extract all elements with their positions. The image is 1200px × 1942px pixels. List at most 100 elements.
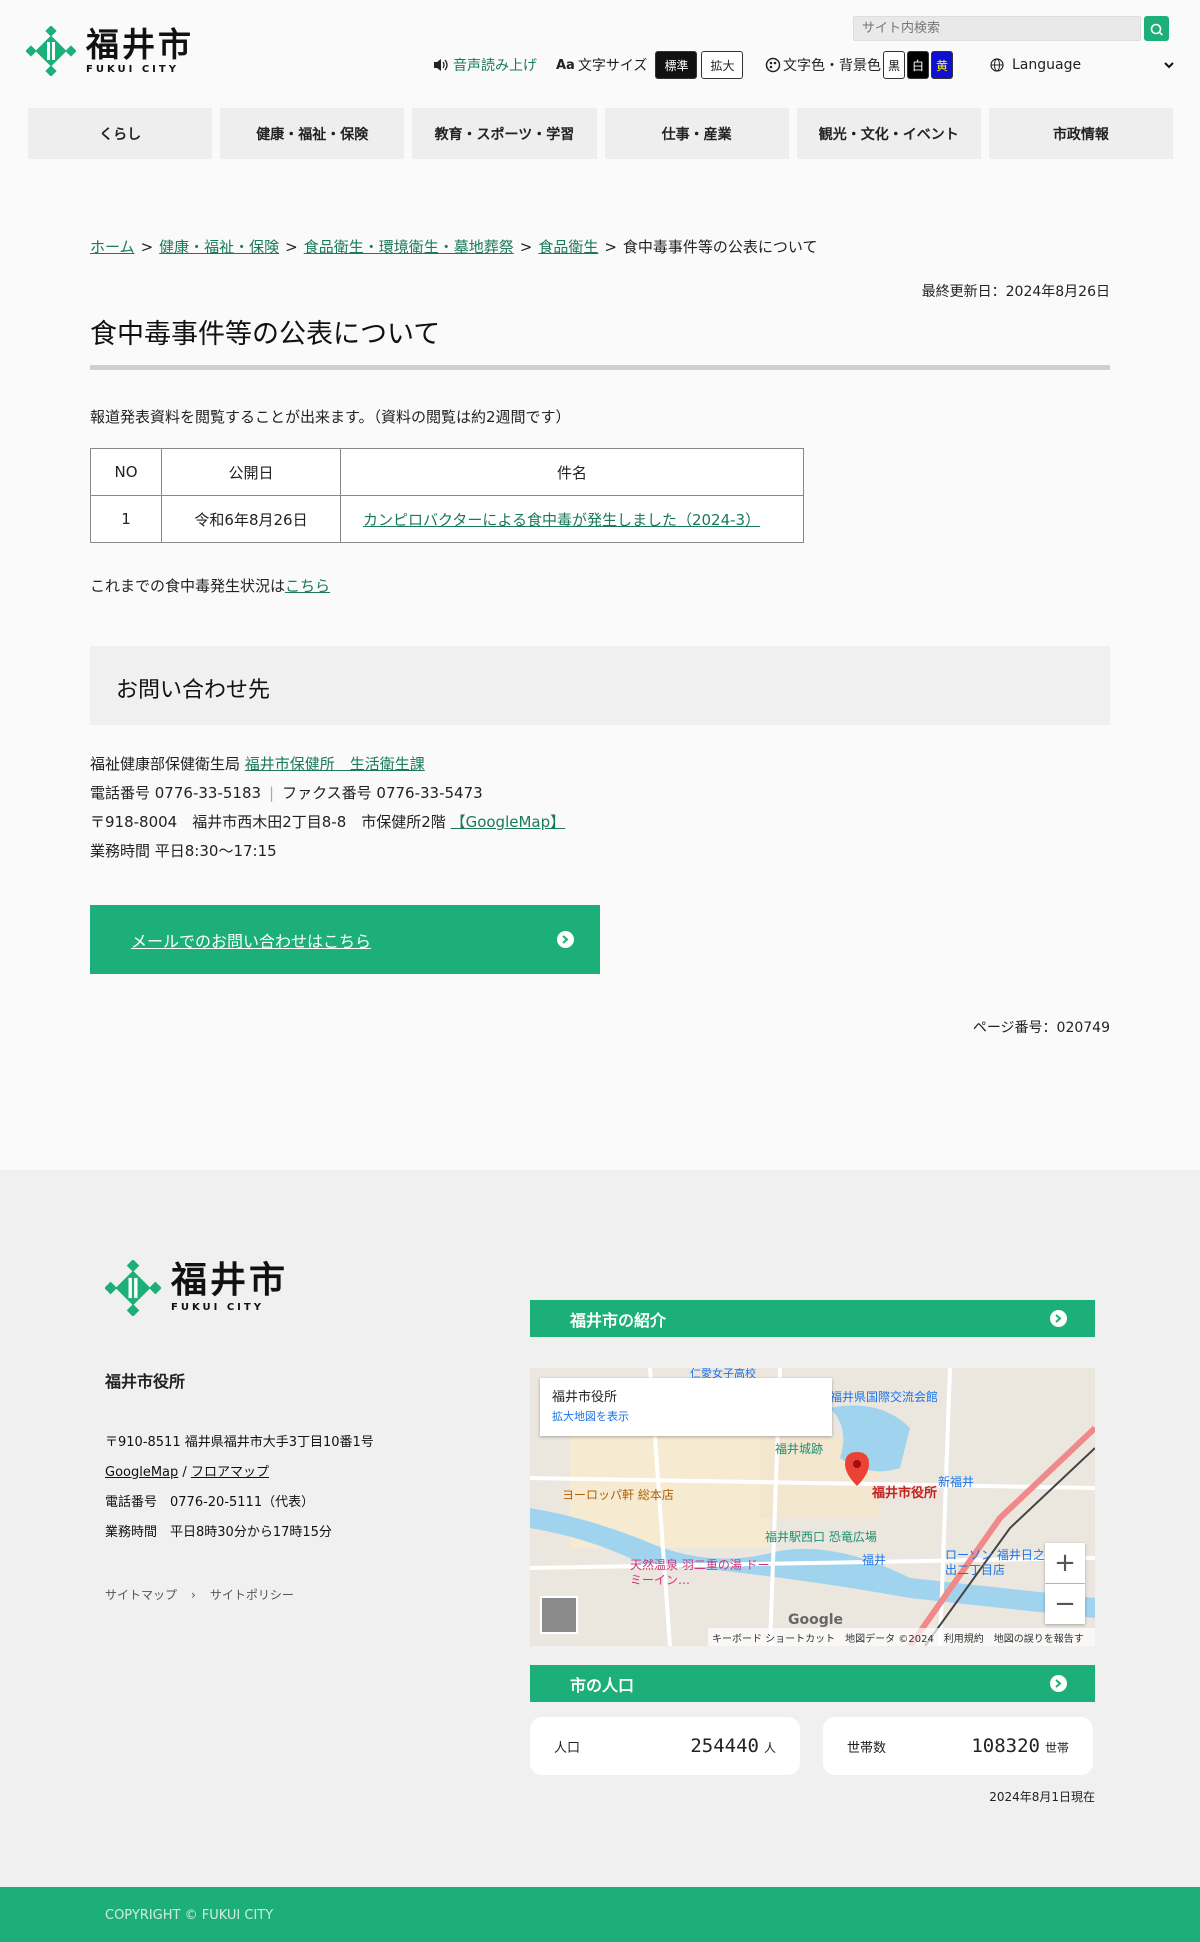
table-row: 1 令和6年8月26日 カンピロバクターによる食中毒が発生しました（2024-3… [90, 495, 804, 543]
col-header-subject: 件名 [340, 448, 804, 496]
arrow-right-icon [557, 931, 574, 948]
population-as-of: 2024年8月1日現在 [989, 1790, 1095, 1804]
chevron-down-icon [1164, 62, 1174, 69]
population-unit: 人 [763, 1741, 776, 1755]
col-header-no: NO [90, 448, 162, 496]
search-icon [1150, 23, 1163, 36]
palette-icon [765, 57, 781, 73]
global-nav: くらし 健康・福祉・保険 教育・スポーツ・学習 仕事・産業 観光・文化・イベント… [28, 108, 1174, 159]
population-banner[interactable]: 市の人口 [530, 1665, 1095, 1702]
inquiry-details: 福祉健康部保健衛生局 福井市保健所 生活衛生課 電話番号 0776-33-518… [90, 750, 565, 866]
globe-icon [990, 58, 1004, 72]
map-enlarge-link[interactable]: 拡大地図を表示 [552, 1408, 820, 1424]
past-cases-link[interactable]: こちら [285, 577, 330, 595]
font-large-button[interactable]: 拡大 [701, 51, 744, 79]
breadcrumb-separator: > [604, 238, 617, 256]
map-place-label: ローソン 福井日之出二丁目店 [945, 1548, 1045, 1577]
cell-no: 1 [90, 495, 162, 543]
inquiry-dept: 福祉健康部保健衛生局 [90, 755, 245, 773]
map-satellite-toggle[interactable] [540, 1596, 578, 1634]
last-updated: 最終更新日：2024年8月26日 [921, 284, 1110, 300]
sitemap-link[interactable]: サイトマップ [105, 1586, 177, 1603]
logo-main-text: 福井市 [86, 24, 194, 64]
city-intro-banner[interactable]: 福井市の紹介 [530, 1300, 1095, 1337]
color-black-button[interactable]: 黒 [883, 51, 905, 79]
inquiry-map-link[interactable]: 【GoogleMap】 [451, 813, 566, 831]
language-label: Language [1012, 57, 1082, 73]
chevron-right-icon: › [191, 1587, 196, 1602]
site-search-input[interactable] [853, 16, 1141, 41]
footer-logo-main: 福井市 [171, 1260, 289, 1301]
footer-link-separator: / [178, 1465, 191, 1480]
breadcrumb-food-hygiene[interactable]: 食品衛生 [538, 238, 598, 256]
font-size-control: Aa 文字サイズ 標準 拡大 [556, 51, 744, 79]
color-white-button[interactable]: 白 [907, 51, 929, 79]
breadcrumb-separator: > [140, 238, 154, 256]
breadcrumb-health[interactable]: 健康・福祉・保険 [159, 238, 279, 256]
city-intro-label: 福井市の紹介 [570, 1310, 667, 1330]
google-map[interactable]: 福井市役所 福井城跡 新福井 ヨーロッパ軒 総本店 福井駅西口 恐竜広場 福井 … [530, 1368, 1095, 1646]
inquiry-fax: ファクス番号 0776-33-5473 [282, 784, 483, 802]
breadcrumb: ホーム > 健康・福祉・保険 > 食品衛生・環境衛生・墓地葬祭 > 食品衛生 > 食中毒事件等の… [90, 236, 817, 257]
inquiry-heading: お問い合わせ先 [90, 646, 1110, 725]
language-select[interactable]: Language [990, 51, 1174, 79]
title-divider [90, 365, 1110, 370]
map-attribution: キーボード ショートカット 地図データ ©2024 利用規約 地図の誤りを報告す… [708, 1628, 1095, 1646]
households-value: 108320 [971, 1735, 1040, 1757]
breadcrumb-home[interactable]: ホーム [90, 238, 135, 256]
press-release-link[interactable]: カンピロバクターによる食中毒が発生しました（2024-3） [363, 511, 760, 529]
copyright: COPYRIGHT © FUKUI CITY [0, 1887, 1200, 1942]
inquiry-hours: 業務時間 平日8:30〜17:15 [90, 842, 277, 860]
inquiry-phone: 電話番号 0776-33-5183 [90, 784, 262, 802]
map-info-card: 福井市役所 拡大地図を表示 [540, 1378, 832, 1436]
breadcrumb-food-env[interactable]: 食品衛生・環境衛生・墓地葬祭 [304, 238, 514, 256]
font-standard-button[interactable]: 標準 [655, 51, 698, 79]
past-cases-text: これまでの食中毒発生状況は [90, 577, 286, 595]
footer-phone: 電話番号 0776-20-5111（代表） [105, 1495, 315, 1510]
col-header-date: 公開日 [161, 448, 341, 496]
cell-subject: カンピロバクターによる食中毒が発生しました（2024-3） [340, 495, 804, 543]
color-yellow-button[interactable]: 黄 [931, 51, 953, 79]
breadcrumb-separator: > [285, 238, 298, 256]
footer-office-info: 〒910-8511 福井県福井市大手3丁目10番1号 GoogleMap / フ… [105, 1428, 374, 1548]
page-number: ページ番号：020749 [972, 1020, 1110, 1036]
footer-floormap-link[interactable]: フロアマップ [191, 1465, 269, 1480]
page-title: 食中毒事件等の公表について [90, 319, 441, 350]
arrow-right-icon [1050, 1675, 1067, 1692]
speech-button[interactable]: 音声読み上げ [433, 51, 537, 79]
nav-health-welfare[interactable]: 健康・福祉・保険 [220, 108, 405, 159]
inquiry-dept-link[interactable]: 福井市保健所 生活衛生課 [245, 755, 425, 773]
map-place-label: 福井県国際交流会館 [830, 1390, 939, 1404]
site-logo[interactable]: 福井市 FUKUI CITY [25, 24, 194, 78]
nav-tourism[interactable]: 観光・文化・イベント [796, 108, 981, 159]
breadcrumb-separator: > [519, 238, 533, 256]
map-place-label: 福井城跡 [775, 1442, 824, 1456]
cell-date: 令和6年8月26日 [161, 495, 341, 543]
nav-education[interactable]: 教育・スポーツ・学習 [412, 108, 597, 159]
map-place-label: ヨーロッパ軒 総本店 [562, 1488, 674, 1502]
map-card-title: 福井市役所 [552, 1390, 618, 1405]
breadcrumb-current: 食中毒事件等の公表について [622, 238, 818, 256]
nav-business[interactable]: 仕事・産業 [604, 108, 789, 159]
footer-logo[interactable]: 福井市 FUKUI CITY [104, 1259, 289, 1317]
footer-logo-sub: FUKUI CITY [171, 1302, 264, 1313]
color-control: 文字色・背景色 黒 白 黄 [765, 51, 953, 79]
mail-inquiry-button[interactable]: メールでのお問い合わせはこちら [90, 905, 600, 974]
households-unit: 世帯 [1044, 1741, 1069, 1755]
footer-googlemap-link[interactable]: GoogleMap [105, 1465, 178, 1480]
population-label: 人口 [554, 1740, 581, 1756]
population-value: 254440 [690, 1735, 759, 1757]
nav-city-info[interactable]: 市政情報 [988, 108, 1174, 159]
search-button[interactable] [1144, 16, 1169, 41]
map-zoom-in-button[interactable]: + [1045, 1543, 1085, 1583]
mail-inquiry-label: メールでのお問い合わせはこちら [131, 931, 372, 951]
table-header-row: NO 公開日 件名 [90, 448, 804, 496]
map-place-label: 新福井 [938, 1475, 975, 1489]
map-place-label: 福井 [862, 1553, 887, 1567]
site-policy-link[interactable]: サイトポリシー [210, 1586, 294, 1603]
map-zoom-out-button[interactable]: − [1045, 1584, 1085, 1624]
map-pin-label: 福井市役所 [872, 1486, 938, 1501]
inquiry-separator: | [269, 784, 275, 802]
font-size-icon: Aa [556, 57, 575, 73]
nav-kurashi[interactable]: くらし [28, 108, 213, 159]
